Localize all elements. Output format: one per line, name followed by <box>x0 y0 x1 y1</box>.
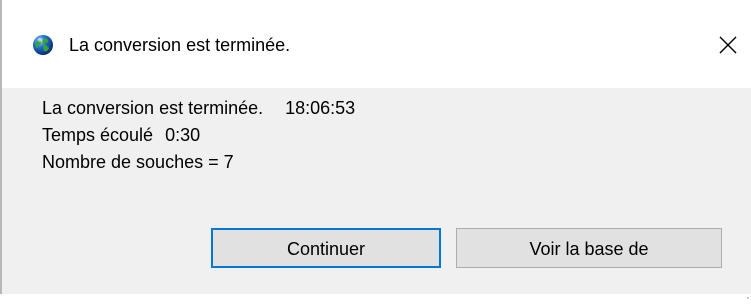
resize-grip-icon[interactable] <box>743 286 749 299</box>
conversion-status-text: La conversion est terminée. <box>42 98 264 118</box>
elapsed-time-label: Temps écoulé <box>42 125 154 145</box>
title-bar[interactable]: La conversion est terminée. <box>2 0 751 88</box>
continue-button[interactable]: Continuer <box>211 228 441 268</box>
strain-count-line: Nombre de souches = 7 <box>42 152 234 172</box>
conversion-status-line: La conversion est terminée. 18:06:53 <box>42 97 355 119</box>
elapsed-time-value: 0:30 <box>165 125 201 145</box>
globe-icon <box>32 34 54 56</box>
completion-time: 18:06:53 <box>285 98 356 118</box>
elapsed-time-line: Temps écoulé 0:30 <box>42 124 200 146</box>
dialog-content: La conversion est terminée. 18:06:53 Temp… <box>2 88 751 299</box>
window-title: La conversion est terminée. <box>69 35 291 55</box>
view-database-button[interactable]: Voir la base de <box>456 228 722 268</box>
close-icon[interactable] <box>713 30 743 60</box>
dialog-window: La conversion est terminée. La conversio… <box>0 0 751 299</box>
